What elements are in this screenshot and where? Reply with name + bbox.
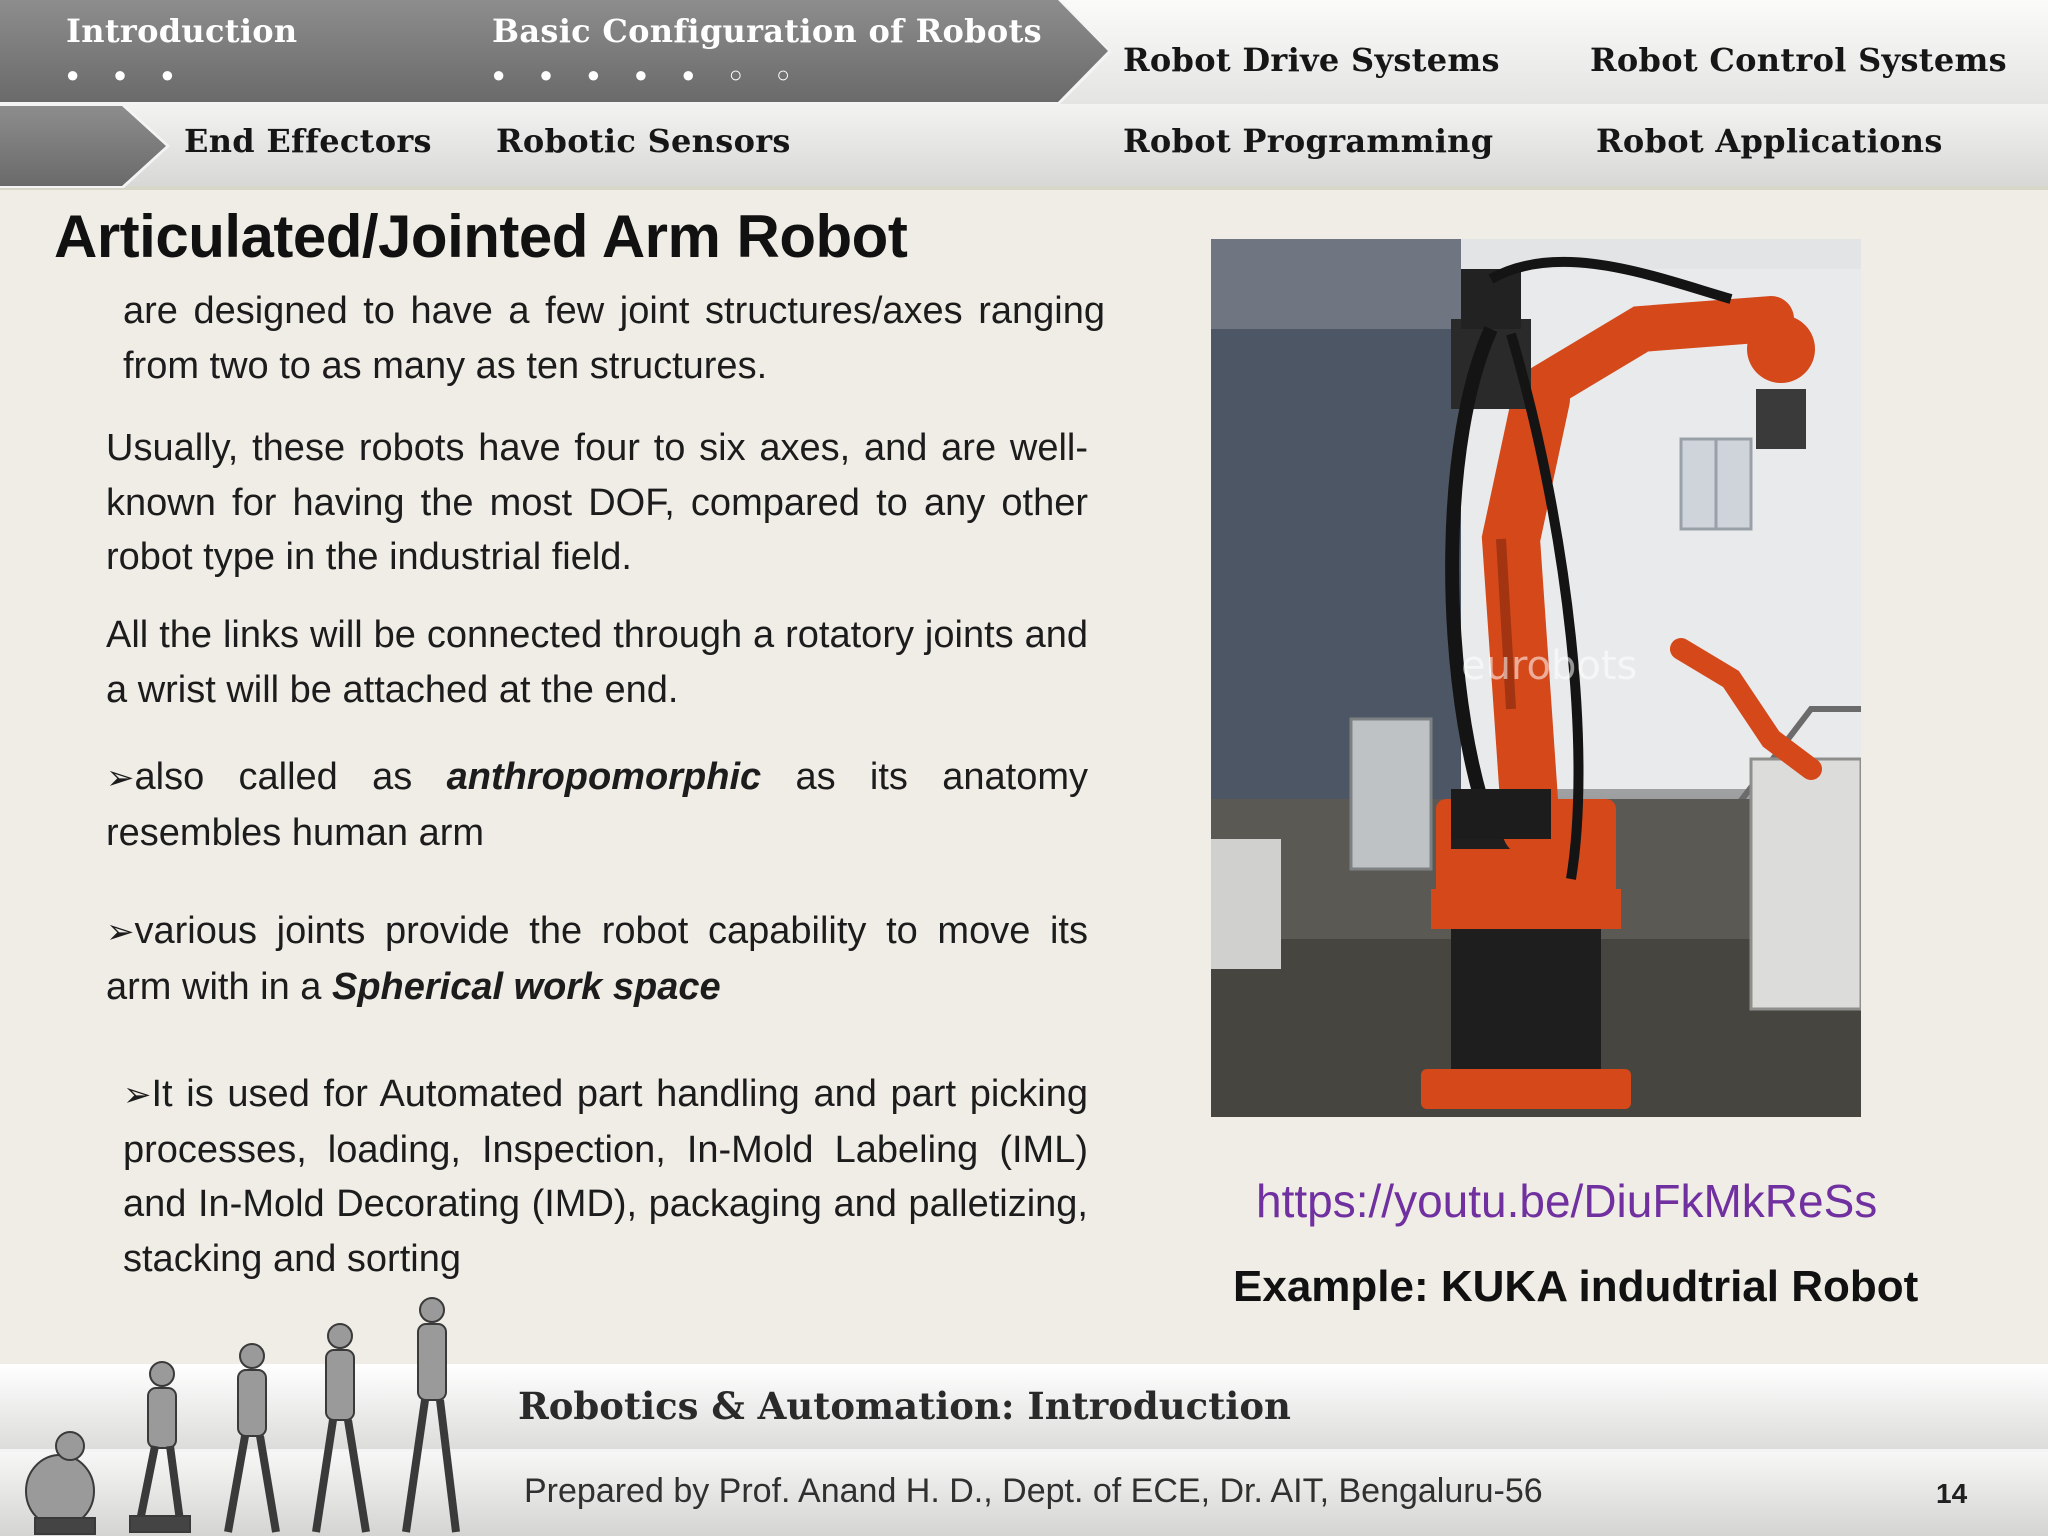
slide-title: Articulated/Jointed Arm Robot (54, 203, 908, 270)
section-navigation: Introduction ● ● ● Basic Configuration o… (0, 0, 2048, 190)
paragraph-joint-structures: are designed to have a few joint structu… (123, 290, 1105, 387)
nav-robot-drive-systems[interactable]: Robot Drive Systems (1123, 41, 1500, 79)
emphasis-spherical-work-space: Spherical work space (331, 965, 721, 1008)
youtube-video-link[interactable]: https://youtu.be/DiuFkMkReSs (1256, 1174, 1877, 1228)
nav-robot-applications[interactable]: Robot Applications (1596, 122, 1943, 160)
emphasis-anthropomorphic: anthropomorphic (446, 756, 762, 798)
nav-basic-configuration[interactable]: Basic Configuration of Robots (492, 12, 1042, 50)
author-credit: Prepared by Prof. Anand H. D., Dept. of … (524, 1472, 1543, 1510)
bullet-spherical-workspace: ➢various joints provide the robot capabi… (106, 910, 1088, 1008)
nav-basic-configuration-progress: ● ● ● ● ● ○ ○ (492, 62, 804, 87)
paragraph-axes-dof: Usually, these robots have four to six a… (106, 427, 1088, 578)
nav-introduction[interactable]: Introduction (66, 12, 298, 50)
walking-robots-logo (25, 1297, 460, 1535)
nav-end-effectors[interactable]: End Effectors (184, 122, 432, 160)
image-caption: Example: KUKA indudtrial Robot (1233, 1262, 1919, 1311)
industrial-robot-illustration: eurobots (1211, 239, 1861, 1117)
bullet-arrow-icon: ➢ (106, 758, 135, 798)
nav-introduction-progress: ● ● ● (66, 62, 189, 87)
kuka-robot-photo: eurobots (1211, 239, 1861, 1117)
nav-robot-programming[interactable]: Robot Programming (1123, 122, 1493, 160)
nav-robotic-sensors[interactable]: Robotic Sensors (496, 122, 791, 160)
bullet-applications: ➢It is used for Automated part handling … (123, 1073, 1088, 1280)
bullet-arrow-icon: ➢ (106, 912, 135, 952)
nav-robot-control-systems[interactable]: Robot Control Systems (1590, 41, 2007, 79)
paragraph-rotatory-joints: All the links will be connected through … (106, 614, 1088, 711)
bullet-arrow-icon: ➢ (123, 1075, 152, 1115)
image-watermark: eurobots (1461, 643, 1637, 689)
course-title: Robotics & Automation: Introduction (518, 1384, 1291, 1428)
page-number: 14 (1936, 1478, 1968, 1509)
bullet-anthropomorphic: ➢also called as anthropomorphic as its a… (106, 756, 1088, 854)
header-divider (0, 186, 2048, 190)
